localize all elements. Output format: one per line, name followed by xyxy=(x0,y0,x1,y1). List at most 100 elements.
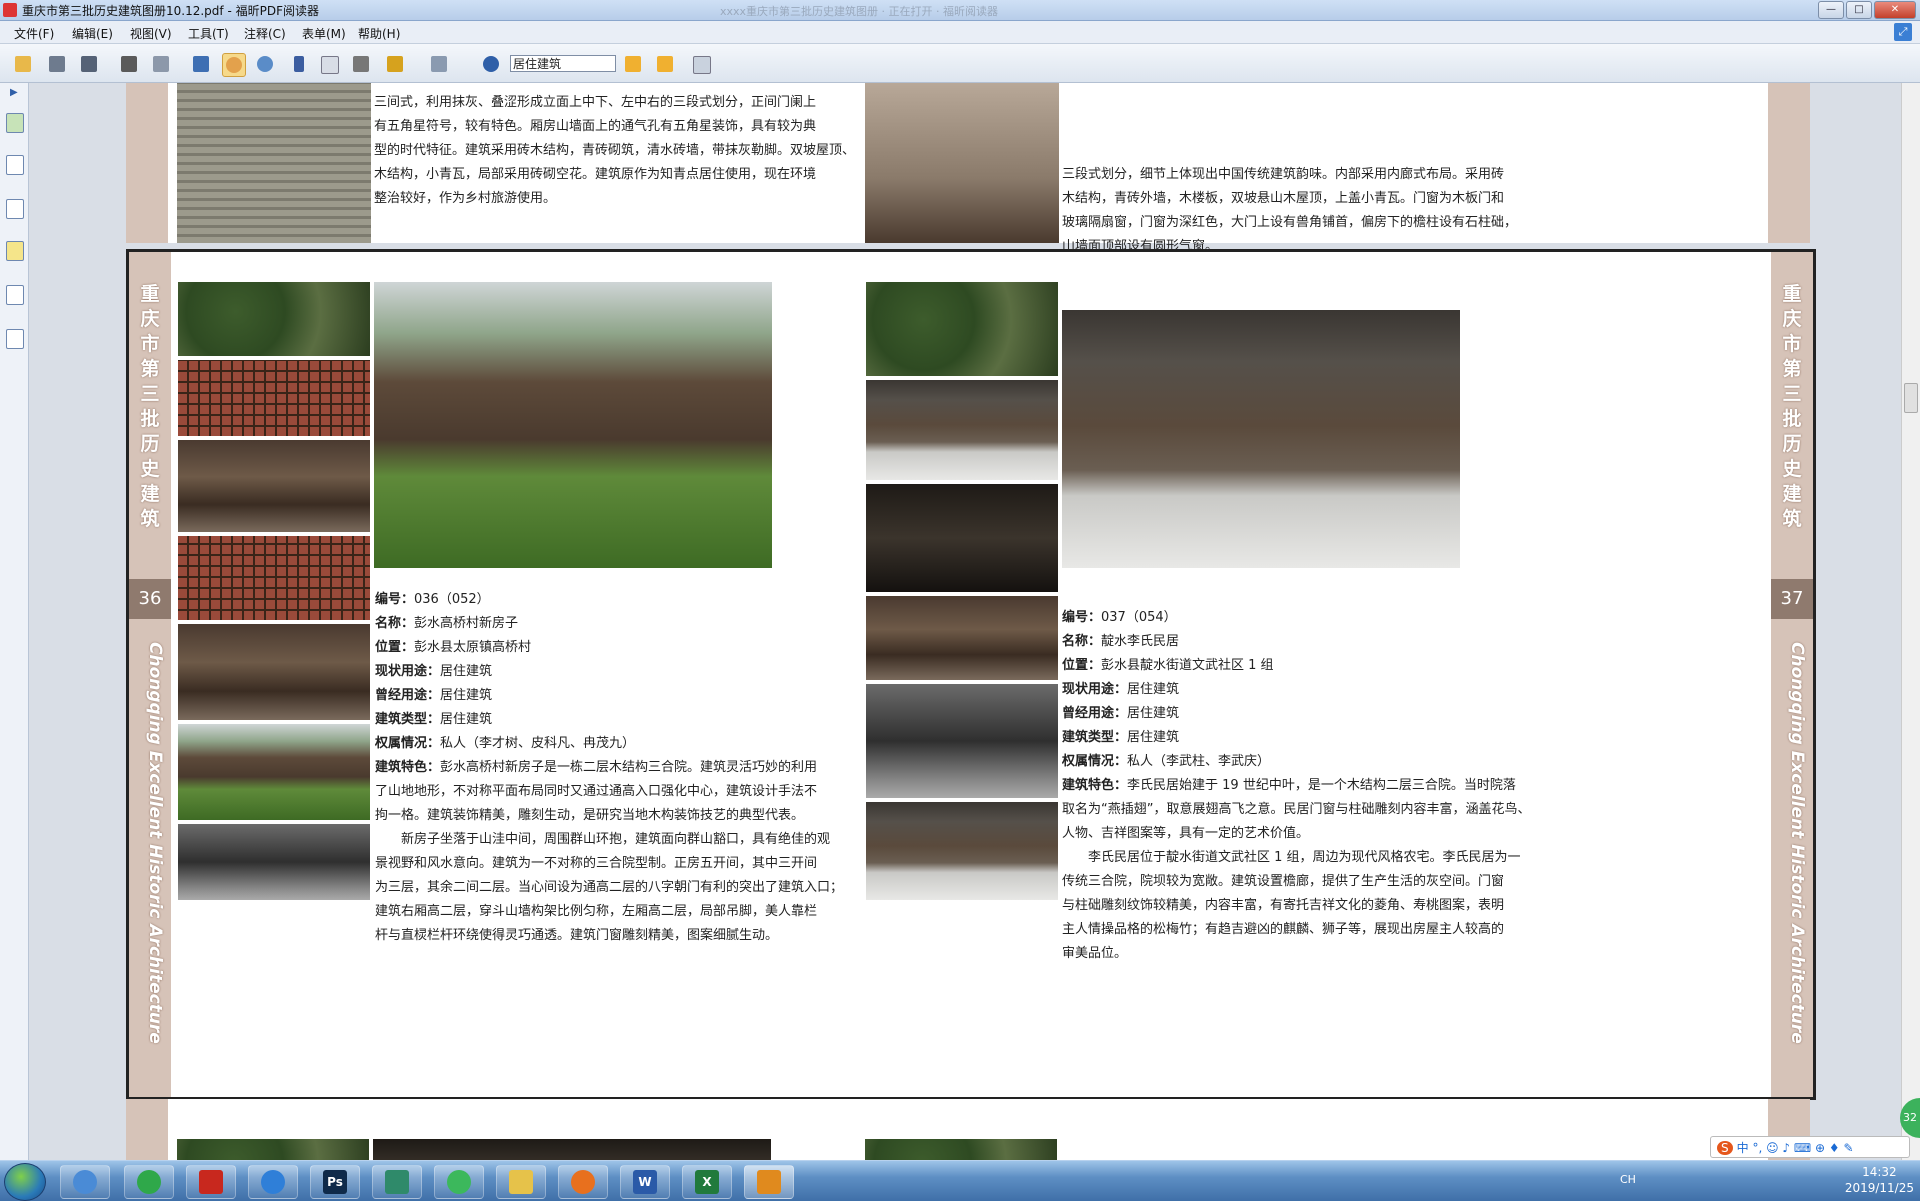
language-indicator[interactable]: CH xyxy=(1620,1173,1636,1186)
photo-aerial-right xyxy=(866,282,1058,376)
print-icon[interactable] xyxy=(118,53,140,75)
select-icon[interactable] xyxy=(190,53,212,75)
photo-facade xyxy=(178,624,370,720)
window-title: 重庆市第三批历史建筑图册10.12.pdf - 福昕PDF阅读器 xyxy=(22,4,319,18)
page-number-right: 37 xyxy=(1771,579,1813,619)
vertical-title-right: 重庆市第三批历史建筑 xyxy=(1782,283,1802,530)
photo-column-base xyxy=(866,684,1058,798)
maximize-button[interactable]: □ xyxy=(1846,1,1872,19)
pdf-page-next xyxy=(126,1097,1810,1160)
vertical-title-left: 重庆市第三批历史建筑 xyxy=(140,283,160,530)
photo-courtyard xyxy=(866,380,1058,480)
photoshop-icon[interactable]: Ps xyxy=(310,1165,360,1199)
entry-037: 编号：037（054） 名称：靛水李氏民居 位置：彭水县靛水街道文武社区 1 组… xyxy=(1062,610,1531,961)
zoom-icon[interactable] xyxy=(254,53,276,75)
find-next-icon[interactable] xyxy=(654,53,676,75)
file-explorer-icon[interactable] xyxy=(496,1165,546,1199)
scrollbar-thumb[interactable] xyxy=(1904,383,1918,413)
menu-comment[interactable]: 注释(C) xyxy=(244,25,286,42)
start-button[interactable] xyxy=(4,1163,46,1201)
photo-main-li-residence xyxy=(1062,310,1460,568)
photo-lattice-window-2 xyxy=(178,536,370,620)
bookmarks-icon[interactable] xyxy=(6,113,24,133)
pointer-icon[interactable] xyxy=(288,53,310,75)
panel-toggle-icon[interactable]: ▶ xyxy=(10,87,18,98)
ime-toolbar[interactable]: S中 °, ☺ ♪ ⌨ ⊕ ♦ ✎ xyxy=(1710,1136,1910,1158)
photo-window-carving xyxy=(866,596,1058,680)
foxit-app-icon xyxy=(3,3,17,17)
hand-icon[interactable] xyxy=(222,53,246,77)
menu-file[interactable]: 文件(F) xyxy=(14,25,54,42)
navigation-panel: ▶ xyxy=(0,83,29,1160)
text-block-previous-left: 三间式，利用抹灰、叠涩形成立面上中下、左中右的三段式划分，正间门阑上 有五角星符… xyxy=(374,95,856,206)
photo-lattice-window xyxy=(178,360,370,436)
clock[interactable]: 14:32 2019/11/25 xyxy=(1845,1164,1914,1196)
acrobat-icon[interactable] xyxy=(186,1165,236,1199)
foxit-icon[interactable] xyxy=(744,1165,794,1199)
wechat-icon[interactable] xyxy=(434,1165,484,1199)
browser-icon[interactable] xyxy=(60,1165,110,1199)
stamp-icon[interactable] xyxy=(428,53,450,75)
right-side-strip: 重庆市第三批历史建筑 37 Chongqing Excellent Histor… xyxy=(1771,252,1813,1097)
photo-round-window xyxy=(178,824,370,900)
edge-icon[interactable] xyxy=(248,1165,298,1199)
entry-036: 编号：036（052） 名称：彭水高桥村新房子 位置：彭水县太原镇高桥村 现状用… xyxy=(375,592,844,943)
signatures-icon[interactable] xyxy=(6,329,24,349)
page-side-strip xyxy=(1768,83,1810,243)
search-input[interactable]: 居住建筑 xyxy=(510,55,616,72)
find-options-icon[interactable] xyxy=(690,53,712,75)
toolbar: 居住建筑 xyxy=(0,44,1920,83)
find-prev-icon[interactable] xyxy=(622,53,644,75)
menu-bar: 文件(F) 编辑(E) 视图(V) 工具(T) 注释(C) 表单(M) 帮助(H… xyxy=(0,21,1920,44)
photo-next-1 xyxy=(177,1139,369,1160)
menu-form[interactable]: 表单(M) xyxy=(302,25,346,42)
word-icon[interactable]: W xyxy=(620,1165,670,1199)
photo-main-gaoqiao-house xyxy=(374,282,772,568)
photo-stairs xyxy=(177,83,371,243)
minimize-button[interactable]: — xyxy=(1818,1,1844,19)
pages-icon[interactable] xyxy=(6,155,24,175)
photo-eave-detail xyxy=(866,484,1058,592)
page-side-strip xyxy=(126,83,168,243)
pdf-page-previous: 三间式，利用抹灰、叠涩形成立面上中下、左中右的三段式划分，正间门阑上 有五角星符… xyxy=(126,83,1810,254)
photo-aerial-left xyxy=(178,282,370,356)
wechat-green-icon[interactable] xyxy=(124,1165,174,1199)
page-number-left: 36 xyxy=(129,579,171,619)
photo-side-wing xyxy=(178,724,370,820)
menu-help[interactable]: 帮助(H) xyxy=(358,25,400,42)
system-tray: CH 14:32 2019/11/25 xyxy=(1620,1161,1920,1201)
close-button[interactable]: ✕ xyxy=(1874,1,1916,19)
save-icon[interactable] xyxy=(46,53,68,75)
annotate-icon[interactable] xyxy=(318,53,340,75)
expand-icon[interactable]: ⤢ xyxy=(1894,23,1912,41)
menu-edit[interactable]: 编辑(E) xyxy=(72,25,113,42)
text-block-previous-right: 三段式划分，细节上体现出中国传统建筑韵味。内部采用内廊式布局。采用砖 木结构，青… xyxy=(1062,167,1518,254)
chart-app-icon[interactable] xyxy=(372,1165,422,1199)
open-icon[interactable] xyxy=(12,53,34,75)
window-titlebar: 重庆市第三批历史建筑图册10.12.pdf - 福昕PDF阅读器 xxxx重庆市… xyxy=(0,0,1920,21)
page-side-strip xyxy=(126,1099,168,1160)
search-icon[interactable] xyxy=(480,53,502,75)
document-viewer[interactable]: 三间式，利用抹灰、叠涩形成立面上中下、左中右的三段式划分，正间门阑上 有五角星符… xyxy=(29,83,1902,1160)
excel-icon[interactable]: X xyxy=(682,1165,732,1199)
attachments-icon[interactable] xyxy=(6,285,24,305)
menu-tools[interactable]: 工具(T) xyxy=(188,25,229,42)
layers-icon[interactable] xyxy=(6,199,24,219)
save-all-icon[interactable] xyxy=(78,53,100,75)
english-title-left: Chongqing Excellent Historic Architectur… xyxy=(145,642,165,1044)
taskbar: Ps W X CH 14:32 2019/11/25 xyxy=(0,1160,1920,1201)
comments-icon[interactable] xyxy=(6,241,24,261)
firefox-icon[interactable] xyxy=(558,1165,608,1199)
photo-next-2 xyxy=(373,1139,771,1160)
sogou-icon: S xyxy=(1717,1141,1733,1155)
menu-view[interactable]: 视图(V) xyxy=(130,25,172,42)
print-setup-icon[interactable] xyxy=(150,53,172,75)
photo-carved-door xyxy=(178,440,370,532)
left-side-strip: 重庆市第三批历史建筑 36 Chongqing Excellent Histor… xyxy=(129,252,171,1097)
vertical-scrollbar[interactable] xyxy=(1901,83,1920,1160)
sign-icon[interactable] xyxy=(384,53,406,75)
snapshot-icon[interactable] xyxy=(350,53,372,75)
photo-interior-room xyxy=(865,83,1059,243)
photo-next-3 xyxy=(865,1139,1057,1160)
pdf-page-spread: 重庆市第三批历史建筑 36 Chongqing Excellent Histor… xyxy=(126,249,1816,1100)
